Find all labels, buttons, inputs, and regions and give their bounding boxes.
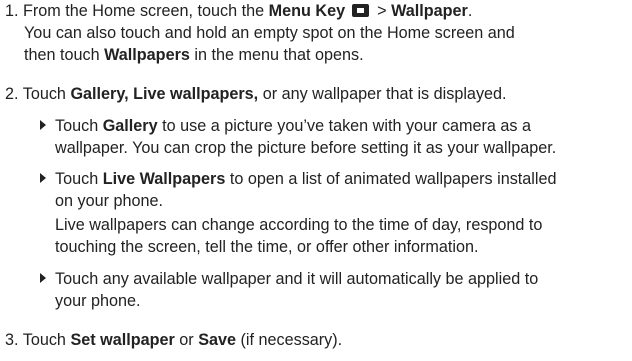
step-2-pre: Touch xyxy=(22,85,66,103)
step-1-number: 1. xyxy=(5,2,19,20)
bullet-1-pre: Touch xyxy=(55,117,99,135)
separator: > xyxy=(377,2,387,20)
bullet-3-line-2: your phone. xyxy=(55,292,141,310)
step-1-line-1: 1. From the Home screen, touch the Menu … xyxy=(5,0,472,22)
bullet-2-line-4: touching the screen, tell the time, or o… xyxy=(55,238,479,256)
menu-key-label: Menu Key xyxy=(268,2,346,20)
step-1-intro: From the Home screen, touch the xyxy=(23,2,265,20)
step-3-pre: Touch xyxy=(22,331,66,349)
live-wallpapers-label: Live Wallpapers xyxy=(102,170,226,188)
step-2-line-1: 2. Touch Gallery, Live wallpapers, or an… xyxy=(5,83,507,105)
bullet-3-line-1: Touch any available wallpaper and it wil… xyxy=(40,268,538,290)
bullet-2-post: to open a list of animated wallpapers in… xyxy=(229,170,557,188)
step-2-options: Gallery, Live wallpapers, xyxy=(70,85,259,103)
bullet-arrow-icon xyxy=(40,273,46,283)
bullet-2-line-1: Touch Live Wallpapers to open a list of … xyxy=(40,168,557,190)
step-1-alt-post: in the menu that opens. xyxy=(194,46,364,64)
save-label: Save xyxy=(198,331,237,349)
set-wallpaper-label: Set wallpaper xyxy=(70,331,175,349)
bullet-2-line-2: on your phone. xyxy=(55,192,164,210)
step-3-line: 3. Touch Set wallpaper or Save (if neces… xyxy=(5,329,342,351)
bullet-1-line-2: wallpaper. You can crop the picture befo… xyxy=(55,139,557,157)
step-3-post: (if necessary). xyxy=(240,331,343,349)
document-page: 1. From the Home screen, touch the Menu … xyxy=(0,0,632,361)
menu-key-icon xyxy=(351,4,369,17)
step-2-post: or any wallpaper that is displayed. xyxy=(262,85,507,103)
step-1-line-3: then touch Wallpapers in the menu that o… xyxy=(24,44,364,66)
gallery-label: Gallery xyxy=(102,117,158,135)
bullet-arrow-icon xyxy=(40,173,46,183)
bullet-arrow-icon xyxy=(40,120,46,130)
step-1-alt-pre: then touch xyxy=(24,46,100,64)
bullet-3-text: Touch any available wallpaper and it wil… xyxy=(55,270,539,288)
wallpaper-label: Wallpaper xyxy=(391,2,468,20)
step-3-number: 3. xyxy=(5,331,19,349)
step-1-line-2: You can also touch and hold an empty spo… xyxy=(24,24,515,42)
bullet-2-line-3: Live wallpapers can change according to … xyxy=(55,216,543,234)
bullet-1-post: to use a picture you’ve taken with your … xyxy=(162,117,532,135)
wallpapers-label: Wallpapers xyxy=(104,46,190,64)
step-2-number: 2. xyxy=(5,85,19,103)
step-1-period: . xyxy=(467,2,473,20)
bullet-1-line-1: Touch Gallery to use a picture you’ve ta… xyxy=(40,115,531,137)
step-3-or: or xyxy=(179,331,194,349)
bullet-2-pre: Touch xyxy=(55,170,99,188)
